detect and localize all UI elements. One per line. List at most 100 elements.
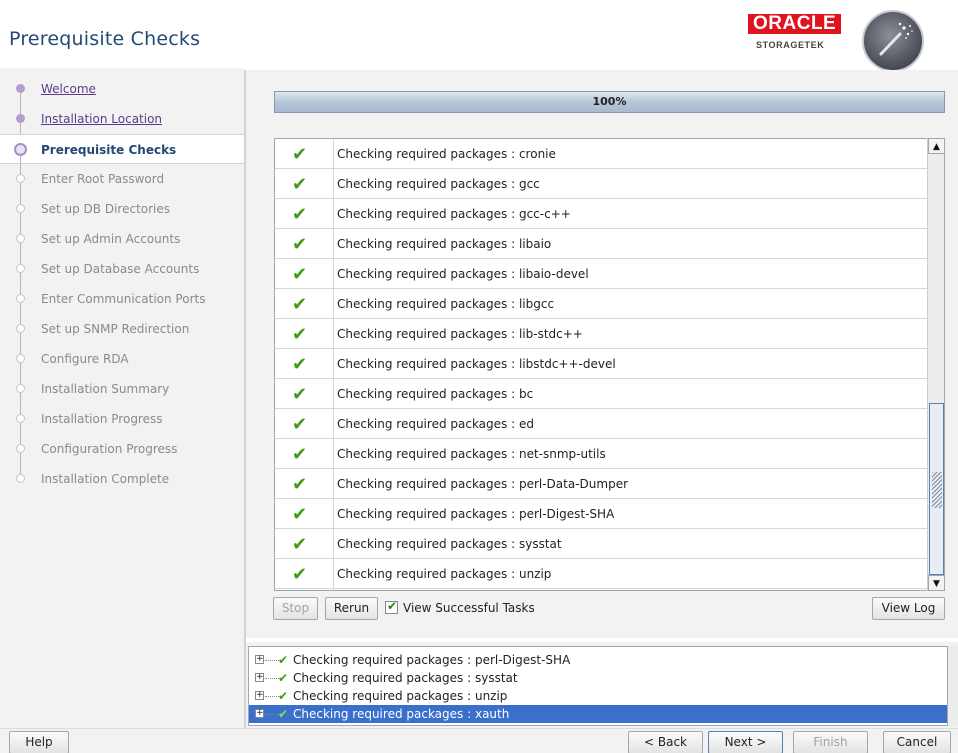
checkbox-box[interactable]: ✔ [385,599,398,614]
step-indicator-icon [16,174,25,183]
cancel-button[interactable]: Cancel [883,731,951,753]
step-indicator-icon [16,324,25,333]
status-cell: ✔ [275,409,334,439]
status-cell: ✔ [275,199,334,229]
table-row[interactable]: ✔ Checking required packages : perl-Diges… [275,499,928,529]
status-cell: ✔ [275,559,334,589]
scrollbar-thumb[interactable] [929,403,944,575]
expand-icon[interactable]: + [255,673,264,682]
nav-step-label: Installation Progress [41,412,163,426]
nav-step-prerequisite-checks: Prerequisite Checks [0,134,244,164]
rerun-button[interactable]: Rerun [325,597,378,620]
table-row[interactable]: ✔ Checking required packages : libaio-dev… [275,259,928,289]
tree-connector [265,678,279,679]
success-check-icon: ✔ [292,444,308,465]
status-cell: ✔ [275,169,334,199]
log-tree-item[interactable]: + ✔ Checking required packages : xauth [249,705,947,723]
table-row[interactable]: ✔ Checking required packages : libgcc [275,289,928,319]
magic-wand-icon [862,10,924,72]
table-row[interactable]: ✔ Checking required packages : ed [275,409,928,439]
nav-step-label: Configuration Progress [41,442,178,456]
nav-step-enter-communication-ports: Enter Communication Ports [0,284,244,314]
nav-step-installation-progress: Installation Progress [0,404,244,434]
view-successful-tasks-label: View Successful Tasks [403,601,535,615]
success-check-icon: ✔ [278,689,289,703]
status-cell: ✔ [275,259,334,289]
next-button[interactable]: Next > [708,731,783,753]
success-check-icon: ✔ [292,564,308,585]
stop-button[interactable]: Stop [273,597,318,620]
task-description: Checking required packages : lib-stdc++ [337,327,583,341]
task-description: Checking required packages : bc [337,387,534,401]
table-row[interactable]: ✔ Checking required packages : gcc [275,169,928,199]
task-description: Checking required packages : unzip [337,567,552,581]
step-indicator-icon [16,384,25,393]
nav-step-set-up-snmp-redirection: Set up SNMP Redirection [0,314,244,344]
status-cell: ✔ [275,289,334,319]
task-description: Checking required packages : cronie [337,147,556,161]
view-log-button[interactable]: View Log [872,597,945,620]
tree-connector [265,660,279,661]
log-tree[interactable]: + ✔ Checking required packages : perl-Dige… [248,646,948,726]
success-check-icon: ✔ [278,653,289,667]
progress-percent: 100% [592,95,627,108]
checks-scrollbar[interactable]: ▲ ▼ [927,138,945,591]
success-check-icon: ✔ [292,294,308,315]
step-indicator-icon [16,234,25,243]
nav-step-installation-location[interactable]: Installation Location [0,104,244,134]
task-description: Checking required packages : perl-Data-D… [337,477,629,491]
table-row[interactable]: ✔ Checking required packages : libaio [275,229,928,259]
nav-step-enter-root-password: Enter Root Password [0,164,244,194]
table-row[interactable]: ✔Checking required packages : xauth [275,589,928,590]
scroll-up-arrow-icon[interactable]: ▲ [928,138,945,154]
table-row[interactable]: ✔ Checking required packages : sysstat [275,529,928,559]
checks-table: ✔ Checking required packages : cronie ✔ Che… [274,138,945,591]
table-row[interactable]: ✔ Checking required packages : unzip [275,559,928,589]
table-row[interactable]: ✔ Checking required packages : bc [275,379,928,409]
table-row[interactable]: ✔ Checking required packages : perl-Data-… [275,469,928,499]
finish-button[interactable]: Finish [793,731,868,753]
step-indicator-icon [16,264,25,273]
log-tree-item[interactable]: + ✔ Checking required packages : sysstat [249,669,947,687]
nav-step-label: Prerequisite Checks [41,143,177,157]
success-check-icon: ✔ [292,384,308,405]
back-button[interactable]: < Back [628,731,703,753]
page-title: Prerequisite Checks [9,28,201,50]
help-button[interactable]: Help [9,731,69,753]
scroll-down-arrow-icon[interactable]: ▼ [928,575,945,591]
table-row[interactable]: ✔ Checking required packages : cronie [275,139,928,169]
step-indicator-icon [16,114,25,123]
oracle-logo: ORACLE STORAGETEK [741,14,854,50]
expand-icon[interactable]: + [255,691,264,700]
task-description: Checking required packages : perl-Digest… [337,507,615,521]
status-cell: ✔ [275,469,334,499]
nav-step-label: Configure RDA [41,352,129,366]
log-scrollbar[interactable] [948,646,958,726]
storagetek-wordmark: STORAGETEK [756,40,825,50]
log-tree-item[interactable]: + ✔ Checking required packages : perl-Dige… [249,651,947,669]
nav-step-welcome[interactable]: Welcome [0,74,244,104]
expand-icon[interactable]: + [255,655,264,664]
success-check-icon: ✔ [278,671,289,685]
tree-connector [265,696,279,697]
table-row[interactable]: ✔ Checking required packages : gcc-c++ [275,199,928,229]
success-check-icon: ✔ [292,414,308,435]
table-row[interactable]: ✔ Checking required packages : libstdc++-… [275,349,928,379]
log-item-label: Checking required packages : perl-Digest… [293,653,571,667]
task-description: Checking required packages : gcc [337,177,540,191]
task-description: Checking required packages : sysstat [337,537,562,551]
nav-step-label: Installation Summary [41,382,170,396]
success-check-icon: ✔ [292,174,308,195]
table-row[interactable]: ✔ Checking required packages : lib-stdc++ [275,319,928,349]
step-indicator-icon [16,444,25,453]
log-tree-item[interactable]: + ✔ Checking required packages : unzip [249,687,947,705]
nav-step-label: Set up Admin Accounts [41,232,181,246]
nav-step-label: Installation Location [41,112,163,126]
status-cell: ✔ [275,139,334,169]
expand-icon[interactable]: + [255,709,264,718]
table-row[interactable]: ✔ Checking required packages : net-snmp-u… [275,439,928,469]
overall-progress-bar: 100% [274,91,945,113]
log-item-label: Checking required packages : sysstat [293,671,518,685]
tree-connector [265,714,279,715]
nav-step-label: Set up Database Accounts [41,262,200,276]
